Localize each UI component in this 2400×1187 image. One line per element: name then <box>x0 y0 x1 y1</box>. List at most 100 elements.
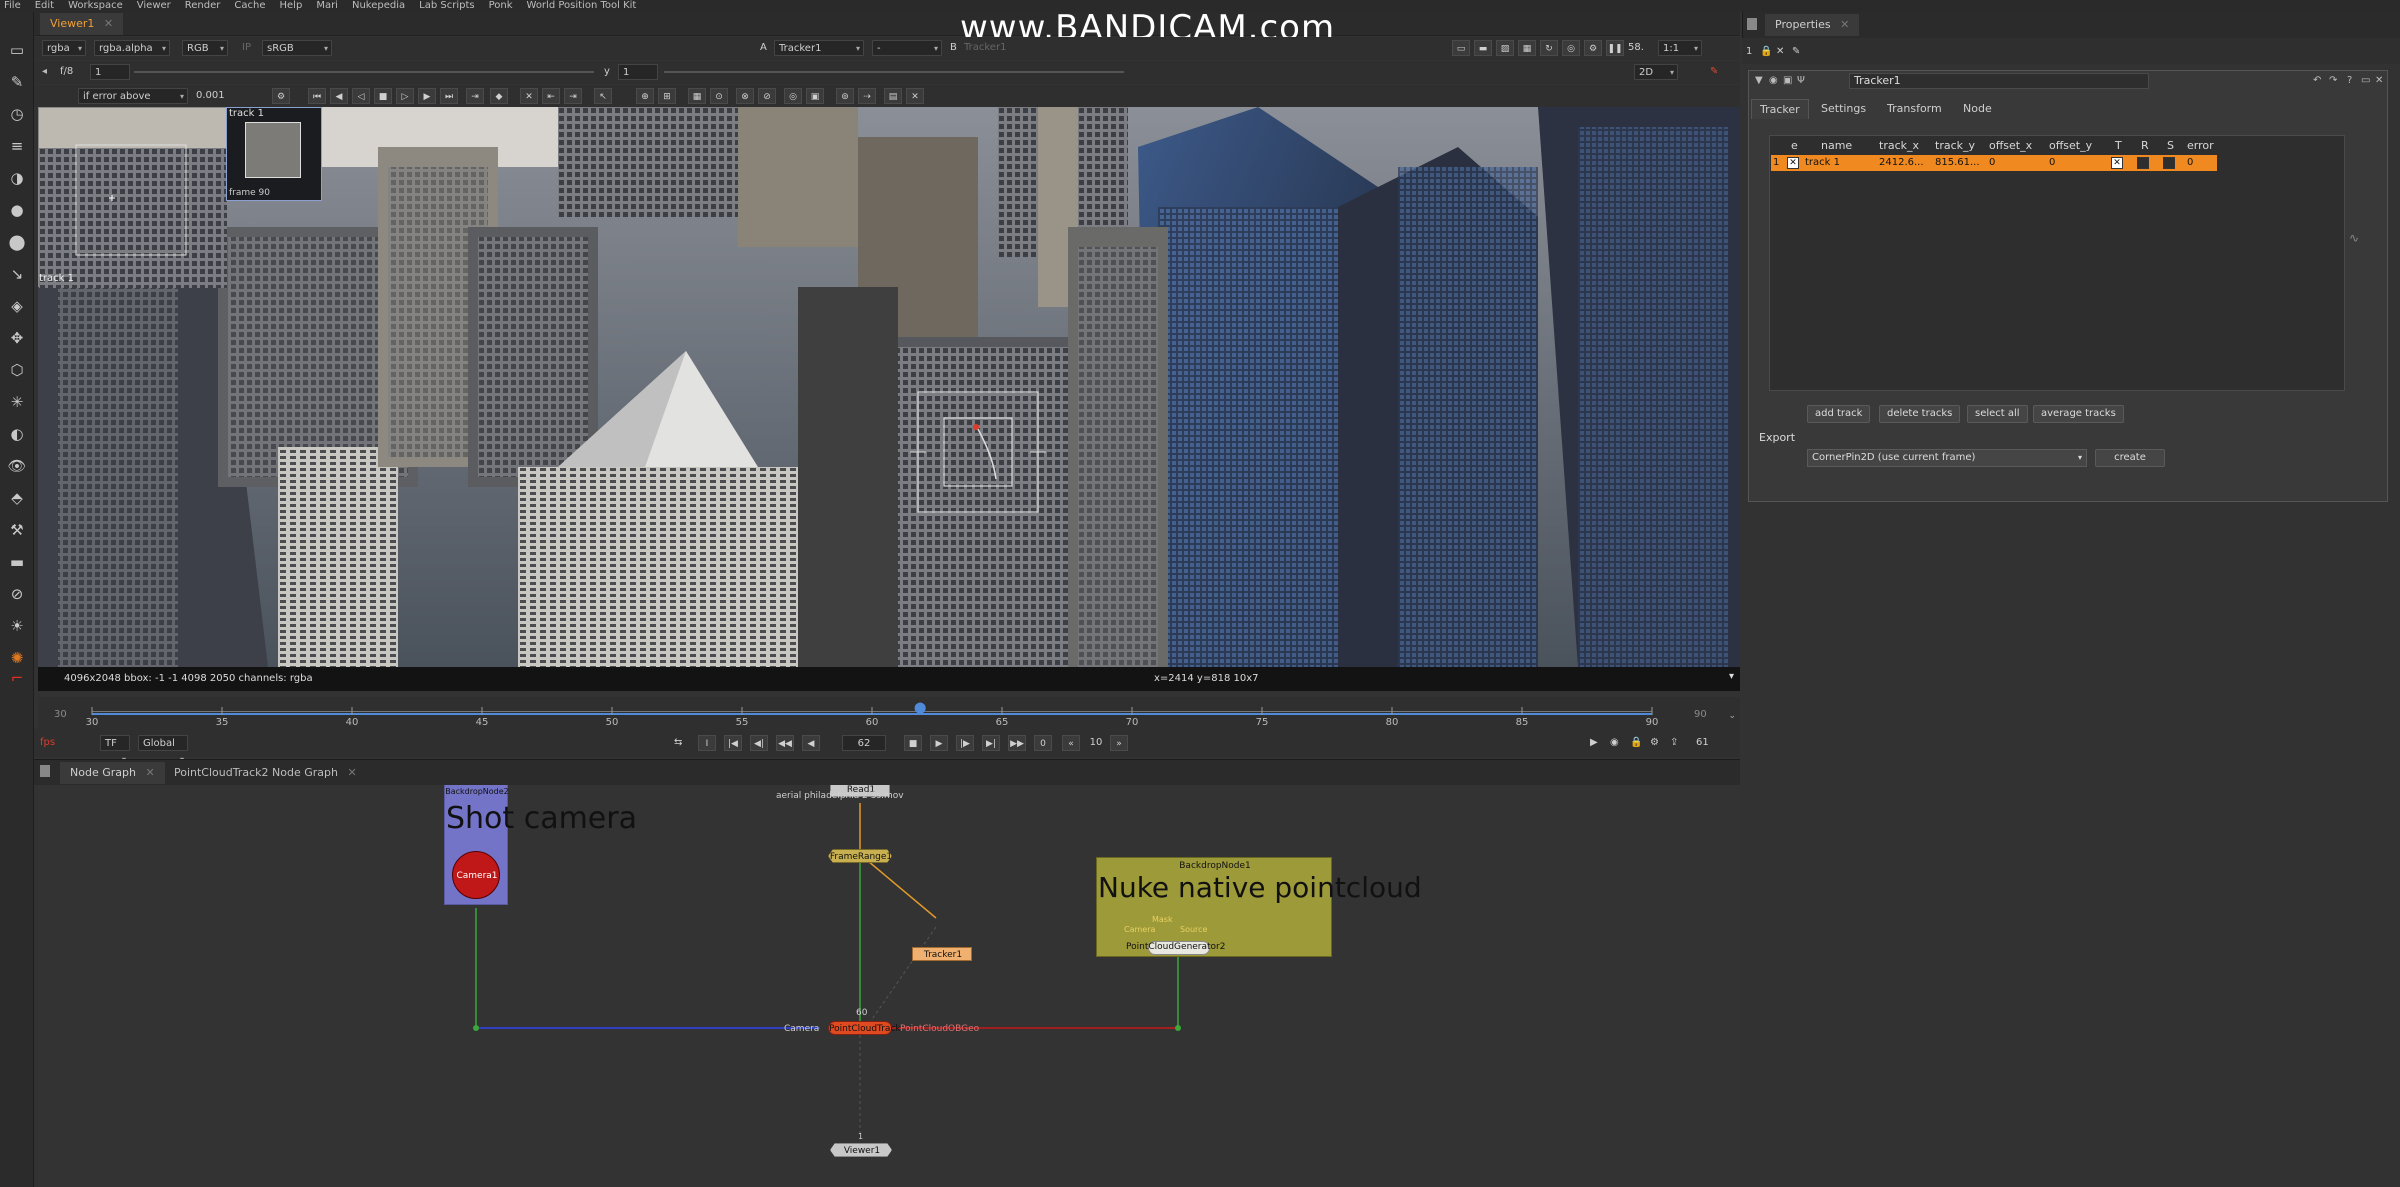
track-backward-icon[interactable]: ◀ <box>330 88 348 104</box>
zoom-window-icon[interactable]: ⊙ <box>710 88 728 104</box>
playback-options-icon[interactable]: ⚙ <box>1650 735 1659 751</box>
select-icon[interactable]: ↖ <box>594 88 612 104</box>
pause-icon[interactable]: ❚❚ <box>1606 40 1624 56</box>
timeline-expand-icon[interactable]: ⌄ <box>1728 711 1736 721</box>
menu-viewer[interactable]: Viewer <box>137 0 171 12</box>
menu-lab-scripts[interactable]: Lab Scripts <box>419 0 474 12</box>
menu-render[interactable]: Render <box>185 0 221 12</box>
clipping-warning-icon[interactable]: ▨ <box>1496 40 1514 56</box>
prev-increment-icon[interactable]: ◀◀ <box>776 735 794 751</box>
redo-icon[interactable]: ↷ <box>2329 75 2337 86</box>
menu-ponk[interactable]: Ponk <box>489 0 513 12</box>
average-tracks-button[interactable]: average tracks <box>2033 405 2124 423</box>
node-cache-icon[interactable]: ▣ <box>1783 75 1792 86</box>
tab-node[interactable]: Node <box>1955 99 2000 119</box>
channel-tools-icon[interactable]: ≡ <box>7 136 27 156</box>
rotate-checkbox[interactable] <box>2137 157 2149 169</box>
draw-tools-icon[interactable]: ✎ <box>7 72 27 92</box>
transform-tools-icon[interactable]: ✥ <box>7 328 27 348</box>
furnace-tools-icon[interactable]: ⊘ <box>7 584 27 604</box>
settings-icon[interactable]: ⚙ <box>1584 40 1602 56</box>
timeline-playhead-icon[interactable]: ⬤ <box>914 701 926 714</box>
color-tools-icon[interactable]: ◑ <box>7 168 27 188</box>
stop-icon[interactable]: ■ <box>374 88 392 104</box>
first-frame-icon[interactable]: |◀ <box>724 735 742 751</box>
menu-workspace[interactable]: Workspace <box>68 0 123 12</box>
composite-dropdown[interactable]: - <box>872 40 942 57</box>
add-track-button[interactable]: add track <box>1807 405 1871 423</box>
last-frame-icon[interactable]: ▶▶ <box>1008 735 1026 751</box>
clear-panels-icon[interactable]: ✕ <box>1776 44 1784 60</box>
metadata-tools-icon[interactable]: ⬘ <box>7 488 27 508</box>
merge-tools-icon[interactable]: ↘ <box>7 264 27 284</box>
toolsets-icon[interactable]: ⚒ <box>7 520 27 540</box>
ocula-tools-icon[interactable]: ✺ <box>7 648 27 668</box>
max-panels-field[interactable]: 1 <box>1746 44 1752 60</box>
next-keyframe-icon[interactable]: ▶| <box>982 735 1000 751</box>
clear-keys-icon[interactable]: ✕ <box>520 88 538 104</box>
roi-icon[interactable]: ▭ <box>1452 40 1470 56</box>
tab-node-graph[interactable]: Node Graph ✕ <box>60 762 165 784</box>
tab-viewer1[interactable]: Viewer1 ✕ <box>40 13 124 35</box>
particles-tools-icon[interactable]: ✳ <box>7 392 27 412</box>
play-backward-icon[interactable]: ◀ <box>802 735 820 751</box>
track-to-start-icon[interactable]: ⏮ <box>308 88 326 104</box>
close-icon[interactable]: ✕ <box>104 17 113 30</box>
collapse-icon[interactable]: ▼ <box>1755 75 1763 86</box>
other-tools-icon[interactable]: ▬ <box>7 552 27 572</box>
track-name[interactable]: track 1 <box>1805 155 1840 171</box>
keyframe-display-icon[interactable]: ⊗ <box>736 88 754 104</box>
float-icon[interactable]: ▭ <box>2361 75 2370 86</box>
input-a-dropdown[interactable]: Tracker1 <box>774 40 864 57</box>
info-dropdown-icon[interactable]: ▾ <box>1729 671 1734 682</box>
tab-properties[interactable]: Properties ✕ <box>1765 14 1860 36</box>
select-all-button[interactable]: select all <box>1967 405 2028 423</box>
colorspace-mode-dropdown[interactable]: RGB <box>182 40 228 57</box>
framerange1-node[interactable]: FrameRange1 <box>828 849 892 863</box>
scope-dropdown[interactable]: Global <box>138 735 188 768</box>
track-range-icon[interactable]: ⇥ <box>466 88 484 104</box>
tab-settings[interactable]: Settings <box>1813 99 1874 119</box>
pane-menu-icon[interactable] <box>1747 18 1757 30</box>
timeline-start-field[interactable]: 30 <box>54 709 67 720</box>
grid-snap-icon[interactable]: ⊞ <box>658 88 676 104</box>
stop-icon[interactable]: ■ <box>904 735 922 751</box>
track-y-value[interactable]: 815.61... <box>1935 155 1980 171</box>
pane-menu-icon[interactable] <box>40 765 50 777</box>
motion-path-icon[interactable]: ⊚ <box>836 88 854 104</box>
menu-edit[interactable]: Edit <box>35 0 54 12</box>
keyer-tools-icon[interactable]: ⬤ <box>7 232 27 252</box>
skip-back-icon[interactable]: « <box>1062 735 1080 751</box>
close-icon[interactable]: ✕ <box>145 766 154 779</box>
track-forward-icon[interactable]: ▶ <box>418 88 436 104</box>
close-icon[interactable]: ✕ <box>2375 75 2383 86</box>
show-error-icon[interactable]: ▦ <box>688 88 706 104</box>
refresh-icon[interactable]: ↻ <box>1540 40 1558 56</box>
delete-tracks-button[interactable]: delete tracks <box>1879 405 1961 423</box>
custom-tools-icon[interactable]: ⌐ <box>7 668 27 688</box>
node-help-icon[interactable]: Ψ <box>1797 75 1805 86</box>
ratio-dropdown[interactable]: 1:1 <box>1658 40 1702 57</box>
offset-x-value[interactable]: 0 <box>1989 155 1995 171</box>
timeline[interactable]: 30 30 35 40 45 50 55 60 65 70 75 80 85 90 ⬤ 90 ⌄ <box>38 697 1740 729</box>
viewer-image[interactable]: track 1 track 1 frame 90 <box>38 107 1740 667</box>
menu-help[interactable]: Help <box>280 0 303 12</box>
export-icon[interactable]: ⇪ <box>1670 735 1678 751</box>
views-tools-icon[interactable]: 👁 <box>7 456 27 476</box>
grid-icon[interactable]: ▦ <box>1518 40 1536 56</box>
node-name-field[interactable]: Tracker1 <box>1849 73 2149 89</box>
translate-checkbox[interactable]: ✕ <box>2111 157 2123 169</box>
step-backward-icon[interactable]: ◁ <box>352 88 370 104</box>
clear-back-icon[interactable]: ⇤ <box>542 88 560 104</box>
pattern-icon[interactable]: ⊘ <box>758 88 776 104</box>
menu-cache[interactable]: Cache <box>234 0 265 12</box>
menu-world-position-tool-kit[interactable]: World Position Tool Kit <box>527 0 637 12</box>
filter-tools-icon[interactable]: ● <box>7 200 27 220</box>
node-color-icon[interactable]: ◉ <box>1769 75 1778 86</box>
keyframe-icon[interactable]: ◆ <box>490 88 508 104</box>
keyframe-thumbnail[interactable]: track 1 frame 90 <box>226 107 322 201</box>
flipbook-icon[interactable]: ▶ <box>1590 735 1598 751</box>
settings-icon[interactable]: ⚙ <box>272 88 290 104</box>
deep-tools-icon[interactable]: ◐ <box>7 424 27 444</box>
current-frame-field[interactable]: 62 <box>842 735 886 751</box>
